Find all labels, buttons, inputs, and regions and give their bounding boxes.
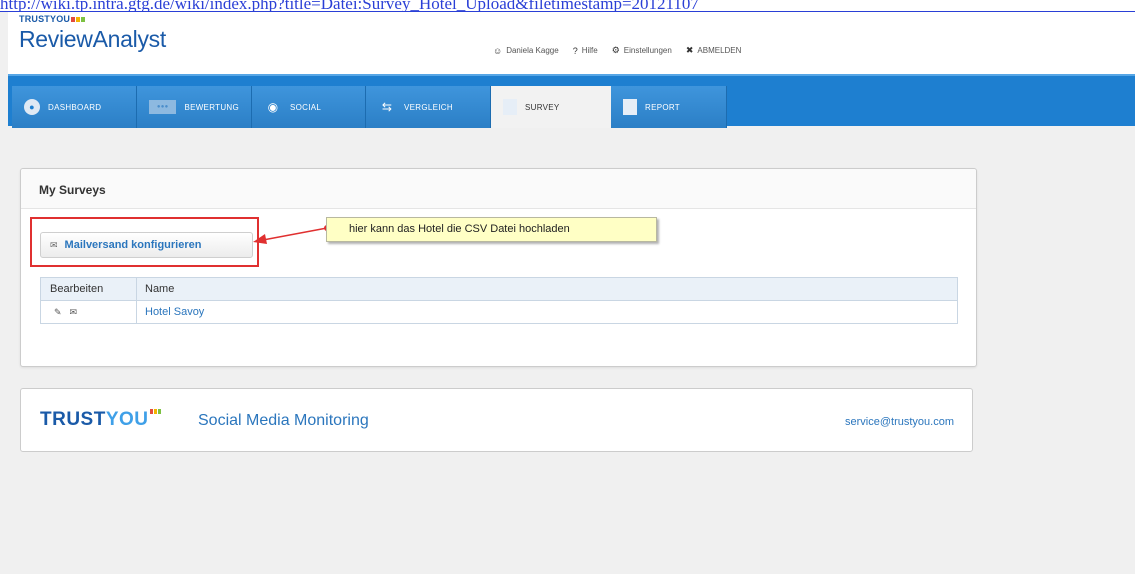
user-link[interactable]: ☺ Daniela Kagge xyxy=(493,46,559,56)
tab-dashboard[interactable]: ● DASHBOARD xyxy=(12,86,137,128)
app-name: ReviewAnalyst xyxy=(19,26,166,52)
tab-label: REPORT xyxy=(645,102,680,112)
table-header: Bearbeiten Name xyxy=(41,278,957,301)
mail-icon[interactable]: ✉ xyxy=(70,307,78,318)
report-doc-icon xyxy=(623,99,637,115)
footer-square-green xyxy=(157,409,161,414)
row-actions: ✎ ✉ xyxy=(41,301,137,323)
app-header: TRUSTYOU ReviewAnalyst ☺ Daniela Kagge ?… xyxy=(8,12,1135,74)
speedometer-icon: ● xyxy=(24,99,40,115)
brand-square-red xyxy=(71,17,76,22)
settings-link[interactable]: ⚙ Einstellungen xyxy=(612,45,672,56)
brand-square-green xyxy=(81,17,86,22)
tab-survey[interactable]: SURVEY xyxy=(491,86,611,128)
tab-report[interactable]: REPORT xyxy=(611,86,727,128)
brand-small-text: TRUSTYOU xyxy=(19,14,71,24)
trustyou-footer-logo: TRUSTYOU xyxy=(40,409,161,431)
footer-brand-a: TRUST xyxy=(40,409,106,430)
panel-title: My Surveys xyxy=(21,169,976,209)
compare-arrows-icon: ⇆ xyxy=(381,100,393,114)
user-icon: ☺ xyxy=(493,45,503,56)
help-link[interactable]: ? Hilfe xyxy=(573,46,598,56)
tab-label: BEWERTUNG xyxy=(184,102,239,112)
envelope-icon: ✉ xyxy=(50,239,58,250)
tab-label: VERGLEICH xyxy=(404,102,453,112)
rating-bar-icon: ●●● xyxy=(149,100,177,114)
footer-square-yellow xyxy=(153,409,157,414)
settings-label: Einstellungen xyxy=(623,46,672,55)
logout-link[interactable]: ✖ ABMELDEN xyxy=(686,45,742,56)
hotel-name-link[interactable]: Hotel Savoy xyxy=(137,301,957,323)
chat-bubble-icon: ◉ xyxy=(267,100,279,114)
brand-square-yellow xyxy=(76,17,81,22)
mailversand-button[interactable]: ✉ Mailversand konfigurieren xyxy=(40,232,253,258)
survey-doc-icon xyxy=(503,99,517,115)
mailversand-label: Mailversand konfigurieren xyxy=(64,239,202,251)
column-header-name: Name xyxy=(145,283,175,295)
tab-label: DASHBOARD xyxy=(48,102,102,112)
tab-label: SURVEY xyxy=(525,102,560,112)
footer: TRUSTYOU Social Media Monitoring service… xyxy=(20,388,973,452)
tab-social[interactable]: ◉ SOCIAL xyxy=(252,86,366,128)
gear-icon: ⚙ xyxy=(611,45,620,55)
table-row: ✎ ✉ Hotel Savoy xyxy=(41,301,957,323)
logout-label: ABMELDEN xyxy=(697,46,742,55)
annotation-arrow xyxy=(253,225,330,244)
browser-url-bar[interactable]: http://wiki.tp.intra.gtg.de/wiki/index.p… xyxy=(0,0,1135,12)
trustyou-small-logo: TRUSTYOU xyxy=(19,14,86,24)
annotation-callout: hier kann das Hotel die CSV Datei hochla… xyxy=(326,217,657,242)
close-icon: ✖ xyxy=(685,45,694,55)
user-menu: ☺ Daniela Kagge ? Hilfe ⚙ Einstellungen … xyxy=(493,45,741,56)
footer-brand-b: YOU xyxy=(105,409,149,430)
tab-bewertung[interactable]: ●●● BEWERTUNG xyxy=(137,86,252,128)
surveys-table: Bearbeiten Name ✎ ✉ Hotel Savoy xyxy=(40,277,958,324)
column-header-bearbeiten: Bearbeiten xyxy=(41,278,137,300)
tab-label: SOCIAL xyxy=(290,102,322,112)
footer-tagline: Social Media Monitoring xyxy=(198,412,369,429)
footer-square-red xyxy=(149,409,153,414)
tab-vergleich[interactable]: ⇆ VERGLEICH xyxy=(366,86,491,128)
help-label: Hilfe xyxy=(581,46,598,55)
main-navbar: ● DASHBOARD ●●● BEWERTUNG ◉ SOCIAL ⇆ VER… xyxy=(8,74,1135,128)
help-icon: ? xyxy=(572,45,578,56)
user-name: Daniela Kagge xyxy=(506,46,559,55)
my-surveys-panel: My Surveys ✉ Mailversand konfigurieren h… xyxy=(20,168,977,367)
support-email-link[interactable]: service@trustyou.com xyxy=(845,416,954,428)
edit-pencil-icon[interactable]: ✎ xyxy=(54,307,62,318)
